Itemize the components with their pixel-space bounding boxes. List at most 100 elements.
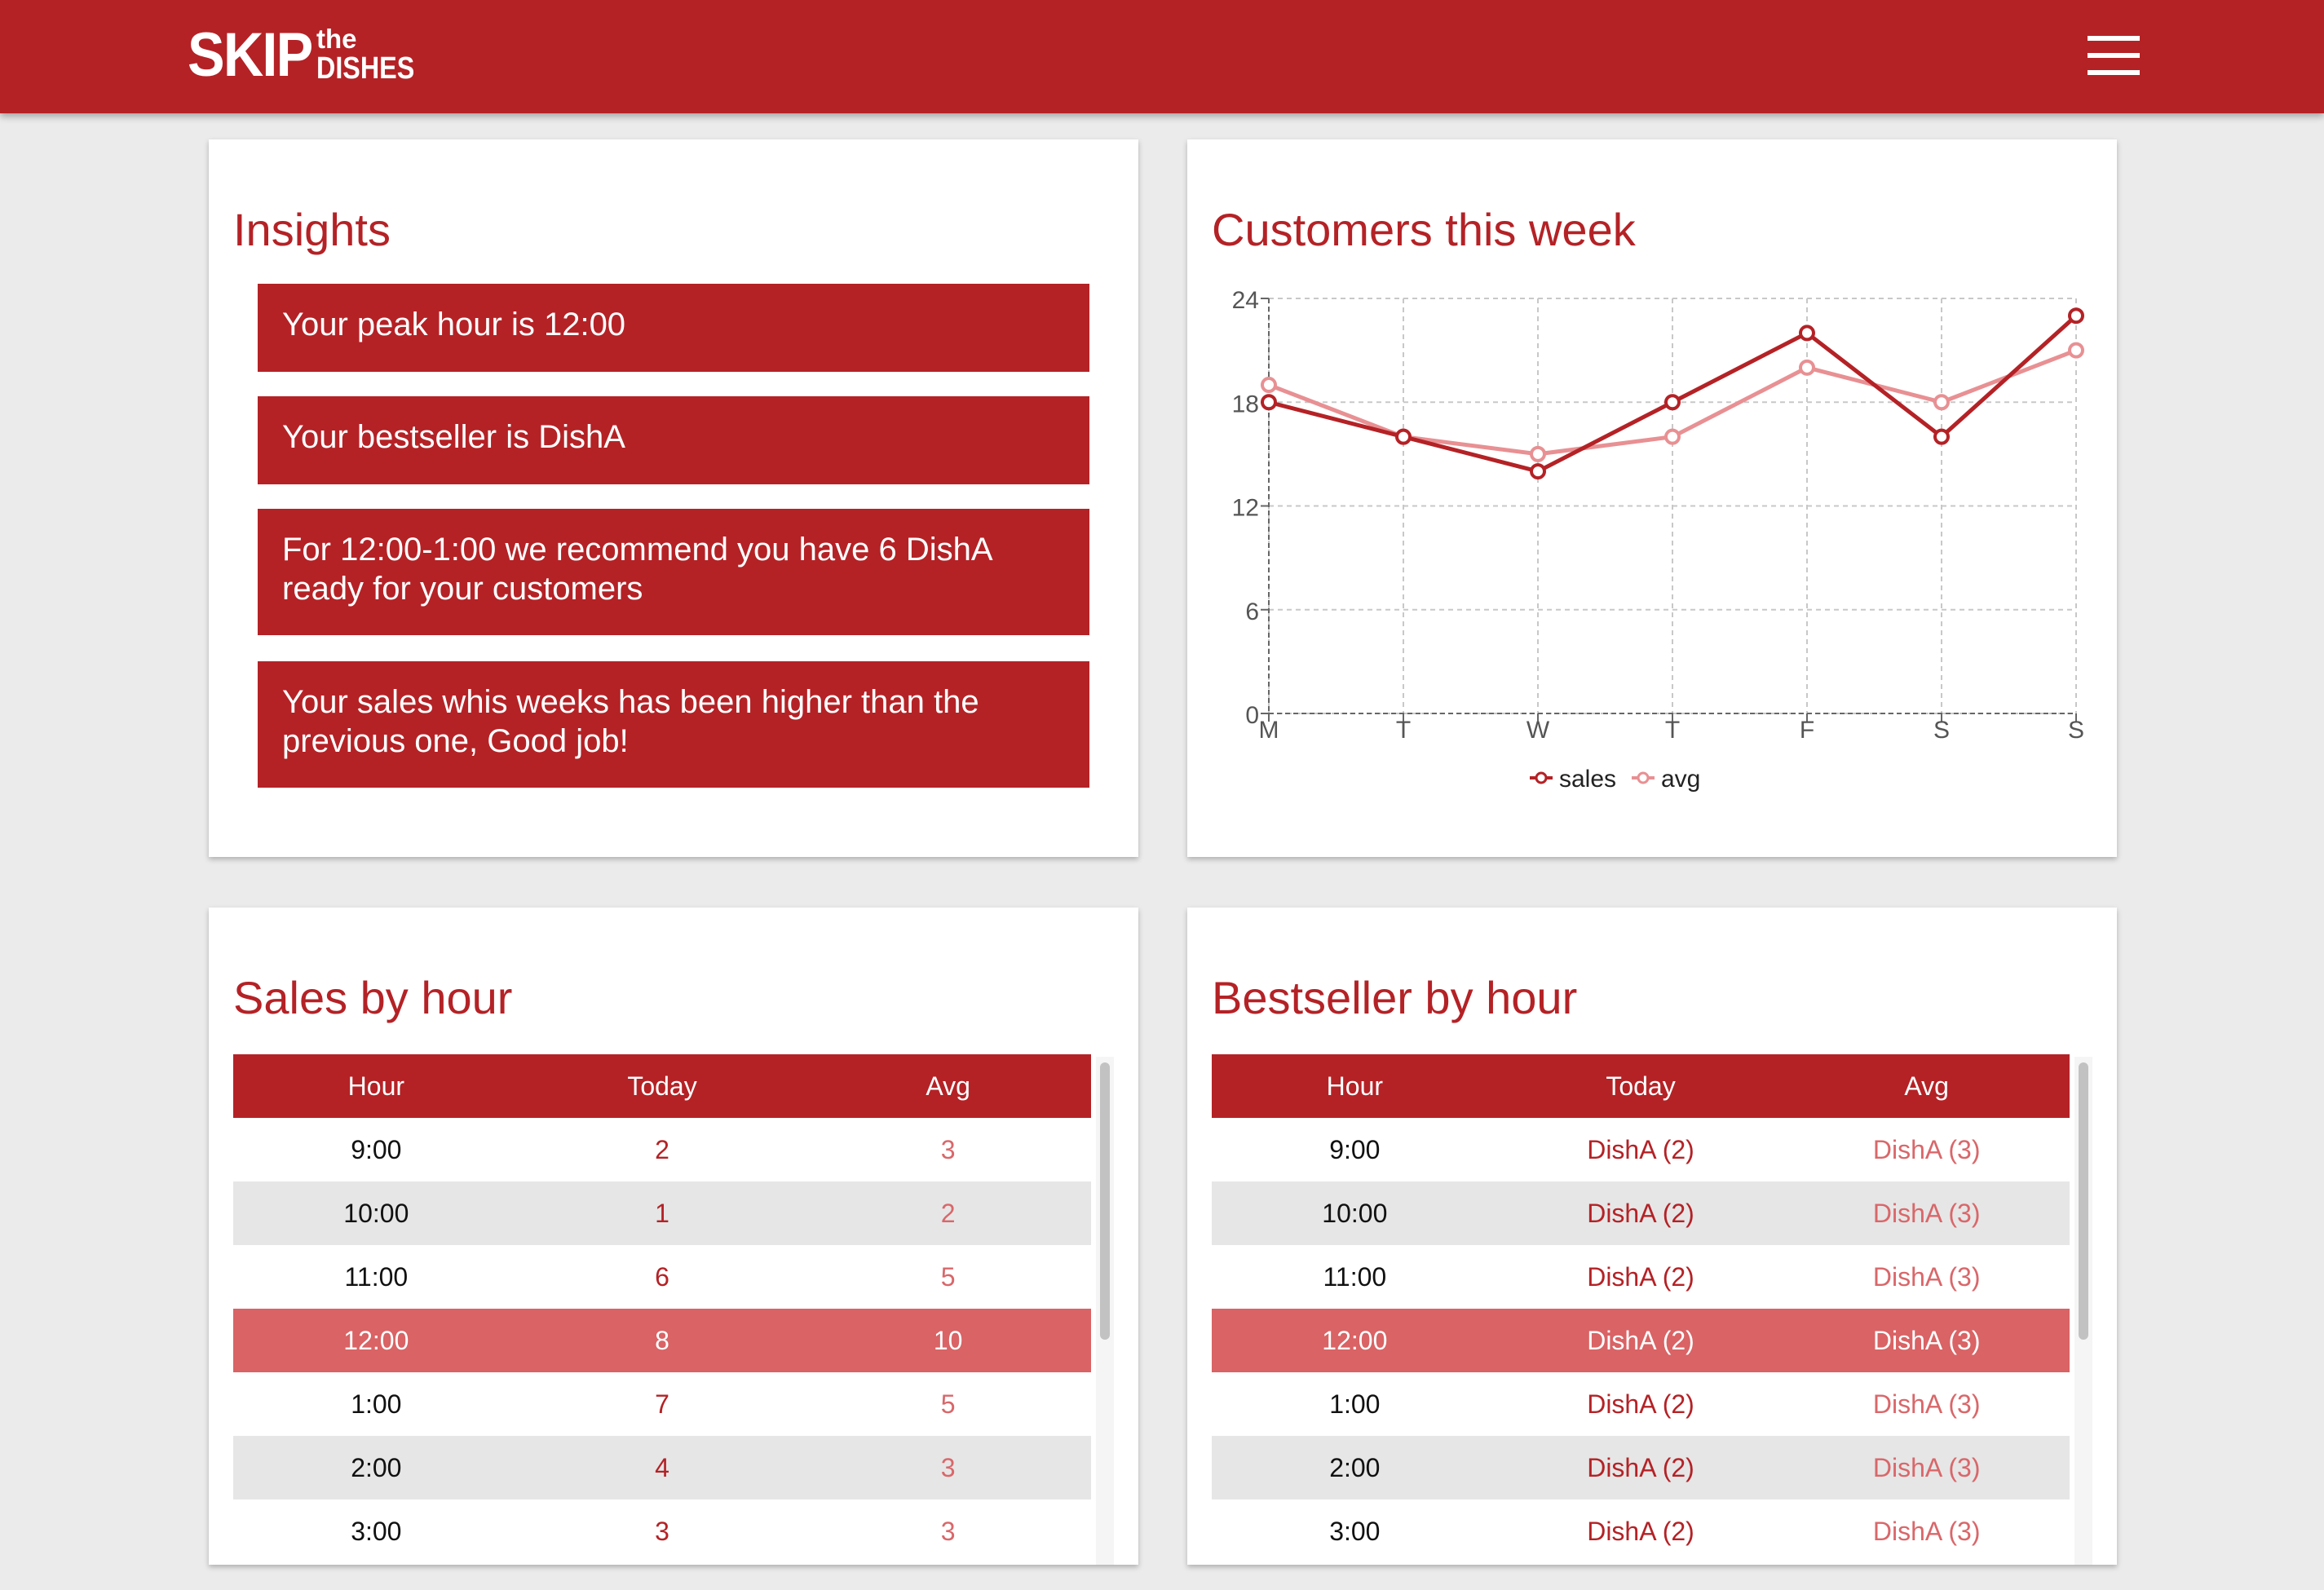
cell-avg: 3 xyxy=(940,1453,956,1482)
cell-avg: DishA (3) xyxy=(1872,1389,1981,1419)
cell-avg: 5 xyxy=(940,1262,956,1292)
table-row[interactable]: 10:00 DishA (2) DishA (3) xyxy=(1212,1181,2070,1245)
logo-main-text: SKIP xyxy=(188,20,313,90)
cell-hour: 10:00 xyxy=(343,1199,409,1228)
y-tick-label: 12 xyxy=(1232,495,1259,522)
bestseller-by-hour-table: Hour Today Avg 9:00 DishA (2) DishA (3) 10:… xyxy=(1212,1054,2070,1563)
column-header-avg[interactable]: Avg xyxy=(1783,1054,2070,1118)
y-tick-label: 6 xyxy=(1245,598,1259,625)
cell-hour: 2:00 xyxy=(1329,1453,1381,1482)
cell-today: DishA (2) xyxy=(1587,1326,1694,1355)
cell-hour: 9:00 xyxy=(351,1135,402,1164)
table-row[interactable]: 12:00 DishA (2) DishA (3) xyxy=(1212,1309,2070,1372)
table-row[interactable]: 2:00 DishA (2) DishA (3) xyxy=(1212,1436,2070,1499)
cell-avg: 5 xyxy=(940,1389,956,1419)
column-header-hour[interactable]: Hour xyxy=(1212,1054,1498,1118)
legend-label-sales: sales xyxy=(1559,766,1616,793)
sales-by-hour-card: Sales by hour Hour Today Avg 9:00 2 3 10:00… xyxy=(209,908,1138,1565)
x-tick-label: T xyxy=(1665,717,1680,744)
insight-bestseller: Your bestseller is DishA xyxy=(258,396,1089,484)
cell-hour: 12:00 xyxy=(1322,1326,1388,1355)
customers-line-chart: 0 6 12 18 24 M T W T F S Ssales avg xyxy=(1232,287,2084,793)
cell-hour: 9:00 xyxy=(1329,1135,1381,1164)
insight-recommendation: For 12:00-1:00 we recommend you have 6 D… xyxy=(258,509,1089,635)
column-header-hour[interactable]: Hour xyxy=(233,1054,519,1118)
table-row[interactable]: 1:00 7 5 xyxy=(233,1372,1091,1436)
table-header: Hour Today Avg xyxy=(233,1054,1091,1118)
cell-hour: 12:00 xyxy=(343,1326,409,1355)
bestseller-by-hour-card: Bestseller by hour Hour Today Avg 9:00 Di… xyxy=(1187,908,2117,1565)
logo-the-text: the xyxy=(316,24,357,54)
cell-avg: DishA (3) xyxy=(1872,1517,1981,1546)
insight-sales-trend: Your sales whis weeks has been higher th… xyxy=(258,661,1089,788)
legend-label-avg: avg xyxy=(1661,766,1700,793)
data-point-sales xyxy=(1530,463,1546,480)
column-header-today[interactable]: Today xyxy=(1498,1054,1784,1118)
sales-by-hour-table: Hour Today Avg 9:00 2 3 10:00 1 2 11:00 6 5 12:00… xyxy=(233,1054,1091,1563)
table-row[interactable]: 1:00 DishA (2) DishA (3) xyxy=(1212,1372,2070,1436)
data-point-avg xyxy=(1664,428,1681,445)
cell-avg: DishA (3) xyxy=(1872,1199,1981,1228)
logo-dishes-text: DISHES xyxy=(316,51,415,86)
table-row[interactable]: 12:00 8 10 xyxy=(233,1309,1091,1372)
cell-hour: 3:00 xyxy=(351,1517,402,1546)
cell-avg: DishA (3) xyxy=(1872,1453,1981,1482)
sales-by-hour-title: Sales by hour xyxy=(233,972,513,1023)
column-header-today[interactable]: Today xyxy=(519,1054,806,1118)
x-tick-label: T xyxy=(1396,717,1411,744)
legend-marker-sales xyxy=(1535,771,1548,784)
top-bar: SKIP the DISHES xyxy=(0,0,2324,113)
cell-avg: 10 xyxy=(933,1326,963,1355)
cell-avg: 3 xyxy=(940,1135,956,1164)
y-tick-label: 18 xyxy=(1232,391,1259,417)
y-tick-label: 24 xyxy=(1232,287,1259,314)
scrollbar-thumb[interactable] xyxy=(1100,1062,1110,1340)
table-row[interactable]: 3:00 3 3 xyxy=(233,1499,1091,1563)
hamburger-menu-icon[interactable] xyxy=(2088,33,2140,78)
table-row[interactable]: 11:00 6 5 xyxy=(233,1245,1091,1309)
data-point-avg xyxy=(2068,342,2084,359)
data-point-avg xyxy=(1530,445,1546,462)
cell-hour: 11:00 xyxy=(1323,1262,1387,1292)
cell-today: DishA (2) xyxy=(1587,1199,1694,1228)
cell-hour: 2:00 xyxy=(351,1453,402,1482)
legend-marker-avg xyxy=(1637,771,1650,784)
customers-chart-card: Customers this week 0 6 12 18 24 M T W T F S Ssales… xyxy=(1187,139,2117,857)
x-tick-label: S xyxy=(2068,717,2084,744)
data-point-sales xyxy=(1664,394,1681,411)
cell-avg: 2 xyxy=(940,1199,956,1228)
table-row[interactable]: 10:00 1 2 xyxy=(233,1181,1091,1245)
cell-avg: 3 xyxy=(940,1517,956,1546)
table-row[interactable]: 11:00 DishA (2) DishA (3) xyxy=(1212,1245,2070,1309)
cell-hour: 11:00 xyxy=(344,1262,409,1292)
cell-avg: DishA (3) xyxy=(1872,1262,1981,1292)
data-point-avg xyxy=(1799,359,1815,376)
cell-today: 2 xyxy=(655,1135,669,1164)
cell-today: 8 xyxy=(655,1326,669,1355)
cell-avg: DishA (3) xyxy=(1872,1326,1981,1355)
cell-hour: 3:00 xyxy=(1329,1517,1381,1546)
cell-today: 3 xyxy=(655,1517,669,1546)
cell-today: DishA (2) xyxy=(1587,1262,1694,1292)
x-tick-label: S xyxy=(1933,717,1950,744)
scrollbar-thumb[interactable] xyxy=(2079,1062,2088,1340)
column-header-avg[interactable]: Avg xyxy=(805,1054,1091,1118)
table-row[interactable]: 9:00 DishA (2) DishA (3) xyxy=(1212,1118,2070,1181)
data-point-sales xyxy=(1933,428,1950,445)
cell-hour: 1:00 xyxy=(351,1389,402,1419)
insight-peak-hour: Your peak hour is 12:00 xyxy=(258,284,1089,372)
cell-hour: 10:00 xyxy=(1322,1199,1388,1228)
cell-today: DishA (2) xyxy=(1587,1135,1694,1164)
cell-hour: 1:00 xyxy=(1329,1389,1381,1419)
insights-card: Insights Your peak hour is 12:00 Your be… xyxy=(209,139,1138,857)
table-row[interactable]: 2:00 4 3 xyxy=(233,1436,1091,1499)
table-row[interactable]: 3:00 DishA (2) DishA (3) xyxy=(1212,1499,2070,1563)
data-point-sales xyxy=(1395,428,1412,445)
x-tick-label: W xyxy=(1527,717,1550,744)
cell-today: 6 xyxy=(655,1262,669,1292)
data-point-sales xyxy=(2068,307,2084,325)
table-row[interactable]: 9:00 2 3 xyxy=(233,1118,1091,1181)
data-point-avg xyxy=(1261,377,1277,394)
data-point-sales xyxy=(1261,394,1277,411)
cell-today: 1 xyxy=(655,1199,669,1228)
